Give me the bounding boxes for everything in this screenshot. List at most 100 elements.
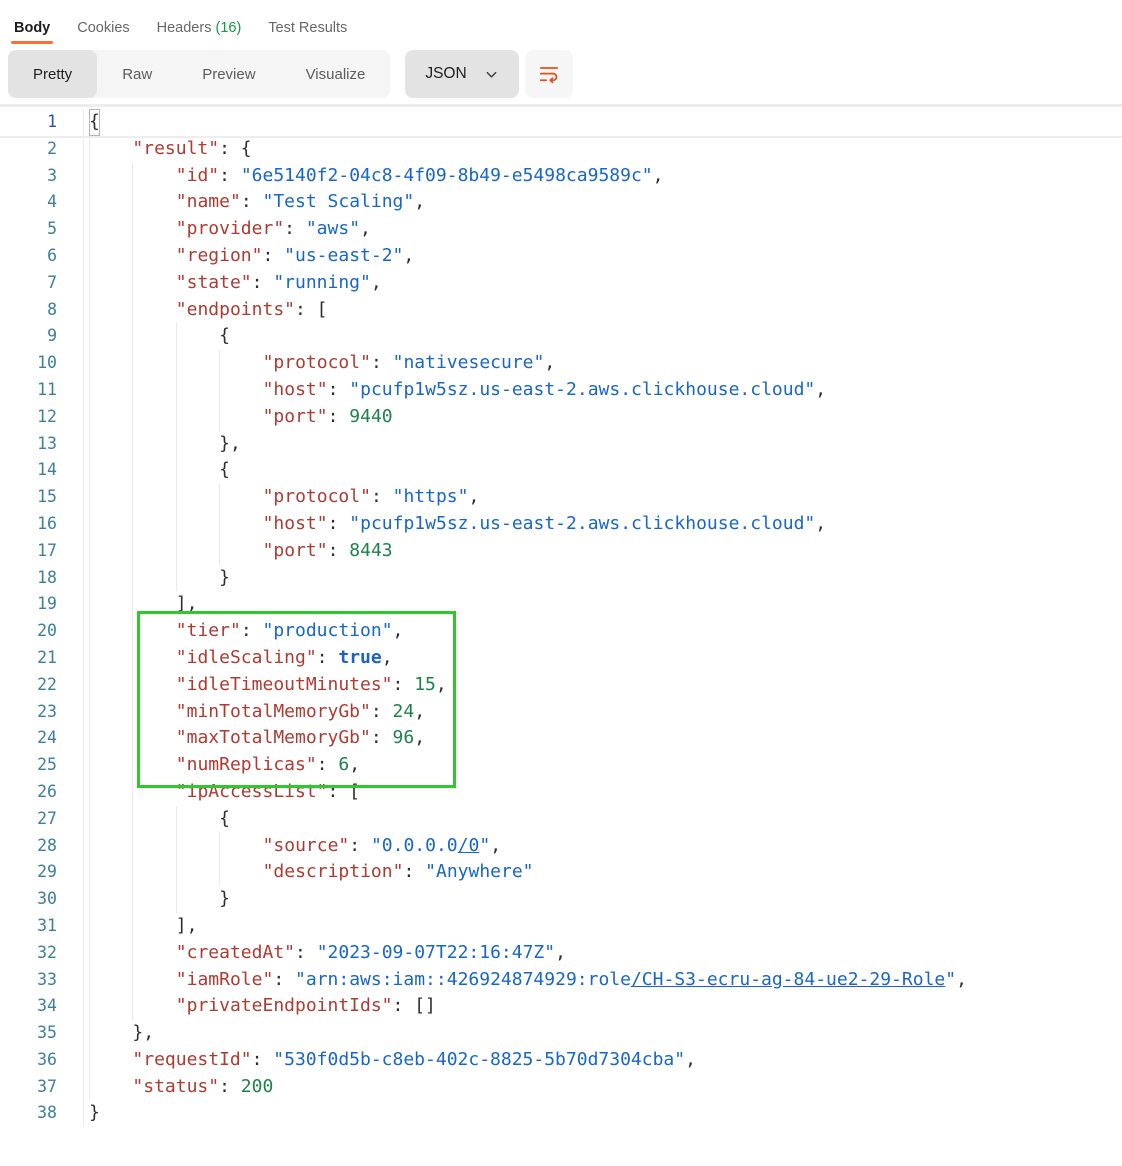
line-number: 16 xyxy=(0,511,84,538)
indent-guide xyxy=(176,350,219,377)
wrap-lines-button[interactable] xyxy=(525,50,573,98)
indent-guide xyxy=(132,886,175,913)
indent-guide xyxy=(219,833,262,860)
code-line: 11"host": "pcufp1w5sz.us-east-2.aws.clic… xyxy=(0,377,1122,404)
line-number: 37 xyxy=(0,1074,84,1101)
indent-guide xyxy=(89,565,132,592)
chevron-down-icon xyxy=(484,67,499,82)
code-line-content: "protocol": "nativesecure", xyxy=(84,350,555,377)
code-lines: 1{2"result": {3"id": "6e5140f2-04c8-4f09… xyxy=(0,107,1122,1127)
indent-guide xyxy=(132,591,175,618)
indent-guide xyxy=(132,672,175,699)
body-view-toolbar: Pretty Raw Preview Visualize JSON xyxy=(8,50,1122,98)
code-line: 8"endpoints": [ xyxy=(0,297,1122,324)
code-line-content: "host": "pcufp1w5sz.us-east-2.aws.clickh… xyxy=(84,377,826,404)
code-line-content: } xyxy=(84,565,230,592)
text-wrap-icon xyxy=(538,63,560,85)
indent-guide xyxy=(132,484,175,511)
line-number: 7 xyxy=(0,270,84,297)
code-line: 15"protocol": "https", xyxy=(0,484,1122,511)
code-line-content: { xyxy=(84,323,230,350)
indent-guide xyxy=(132,243,175,270)
indent-guide xyxy=(176,806,219,833)
response-tab-bar: Body Cookies Headers (16) Test Results xyxy=(0,0,1122,44)
code-line: 33"iamRole": "arn:aws:iam::426924874929:… xyxy=(0,967,1122,994)
code-line-content: "name": "Test Scaling", xyxy=(84,189,425,216)
indent-guide xyxy=(132,645,175,672)
indent-guide xyxy=(89,752,132,779)
tab-test-results[interactable]: Test Results xyxy=(268,20,347,36)
code-line: 28"source": "0.0.0.0/0", xyxy=(0,833,1122,860)
code-line-content: "idleScaling": true, xyxy=(84,645,393,672)
code-line-content: "protocol": "https", xyxy=(84,484,479,511)
line-number: 9 xyxy=(0,323,84,350)
indent-guide xyxy=(176,886,219,913)
format-dropdown-label: JSON xyxy=(425,65,466,83)
code-line-content: "idleTimeoutMinutes": 15, xyxy=(84,672,447,699)
line-number: 24 xyxy=(0,725,84,752)
indent-guide xyxy=(89,377,132,404)
view-mode-preview[interactable]: Preview xyxy=(177,50,280,98)
indent-guide xyxy=(89,913,132,940)
code-line: 37"status": 200 xyxy=(0,1074,1122,1101)
line-number: 18 xyxy=(0,565,84,592)
line-number: 13 xyxy=(0,431,84,458)
indent-guide xyxy=(89,1074,132,1101)
indent-guide xyxy=(132,859,175,886)
indent-guide xyxy=(176,511,219,538)
line-number: 32 xyxy=(0,940,84,967)
view-mode-visualize[interactable]: Visualize xyxy=(281,50,391,98)
indent-guide xyxy=(132,216,175,243)
indent-guide xyxy=(219,511,262,538)
code-line-content: "port": 8443 xyxy=(84,538,393,565)
indent-guide xyxy=(89,431,132,458)
code-line-content: "requestId": "530f0d5b-c8eb-402c-8825-5b… xyxy=(84,1047,696,1074)
indent-guide xyxy=(89,1020,132,1047)
indent-guide xyxy=(89,243,132,270)
indent-guide xyxy=(89,699,132,726)
view-mode-pretty[interactable]: Pretty xyxy=(8,50,97,98)
line-number: 19 xyxy=(0,591,84,618)
format-dropdown[interactable]: JSON xyxy=(405,50,518,98)
line-number: 25 xyxy=(0,752,84,779)
indent-guide xyxy=(176,404,219,431)
indent-guide xyxy=(89,645,132,672)
code-line: 2"result": { xyxy=(0,136,1122,163)
view-mode-raw[interactable]: Raw xyxy=(97,50,177,98)
tab-headers[interactable]: Headers (16) xyxy=(157,20,242,36)
code-line: 21"idleScaling": true, xyxy=(0,645,1122,672)
tab-cookies[interactable]: Cookies xyxy=(77,20,129,36)
code-line-content: }, xyxy=(84,1020,154,1047)
code-line: 24"maxTotalMemoryGb": 96, xyxy=(0,725,1122,752)
code-line-content: "status": 200 xyxy=(84,1074,273,1101)
code-line: 18} xyxy=(0,565,1122,592)
indent-guide xyxy=(89,163,132,190)
indent-guide xyxy=(132,699,175,726)
response-body-editor: 1{2"result": {3"id": "6e5140f2-04c8-4f09… xyxy=(0,104,1122,1127)
indent-guide xyxy=(132,297,175,324)
line-number: 36 xyxy=(0,1047,84,1074)
indent-guide xyxy=(89,538,132,565)
indent-guide xyxy=(89,511,132,538)
indent-guide xyxy=(132,270,175,297)
code-line-content: ], xyxy=(84,913,197,940)
indent-guide xyxy=(219,538,262,565)
code-line: 20"tier": "production", xyxy=(0,618,1122,645)
line-number: 21 xyxy=(0,645,84,672)
code-line-content: { xyxy=(84,806,230,833)
code-line-content: "host": "pcufp1w5sz.us-east-2.aws.clickh… xyxy=(84,511,826,538)
code-line-content: "minTotalMemoryGb": 24, xyxy=(84,699,425,726)
line-number: 2 xyxy=(0,136,84,163)
code-line: 6"region": "us-east-2", xyxy=(0,243,1122,270)
indent-guide xyxy=(132,752,175,779)
indent-guide xyxy=(176,538,219,565)
indent-guide xyxy=(89,216,132,243)
indent-guide xyxy=(132,618,175,645)
tab-body[interactable]: Body xyxy=(14,20,50,36)
indent-guide xyxy=(89,591,132,618)
line-number: 22 xyxy=(0,672,84,699)
indent-guide xyxy=(132,323,175,350)
code-line: 16"host": "pcufp1w5sz.us-east-2.aws.clic… xyxy=(0,511,1122,538)
indent-guide xyxy=(89,940,132,967)
code-line-content: }, xyxy=(84,431,241,458)
